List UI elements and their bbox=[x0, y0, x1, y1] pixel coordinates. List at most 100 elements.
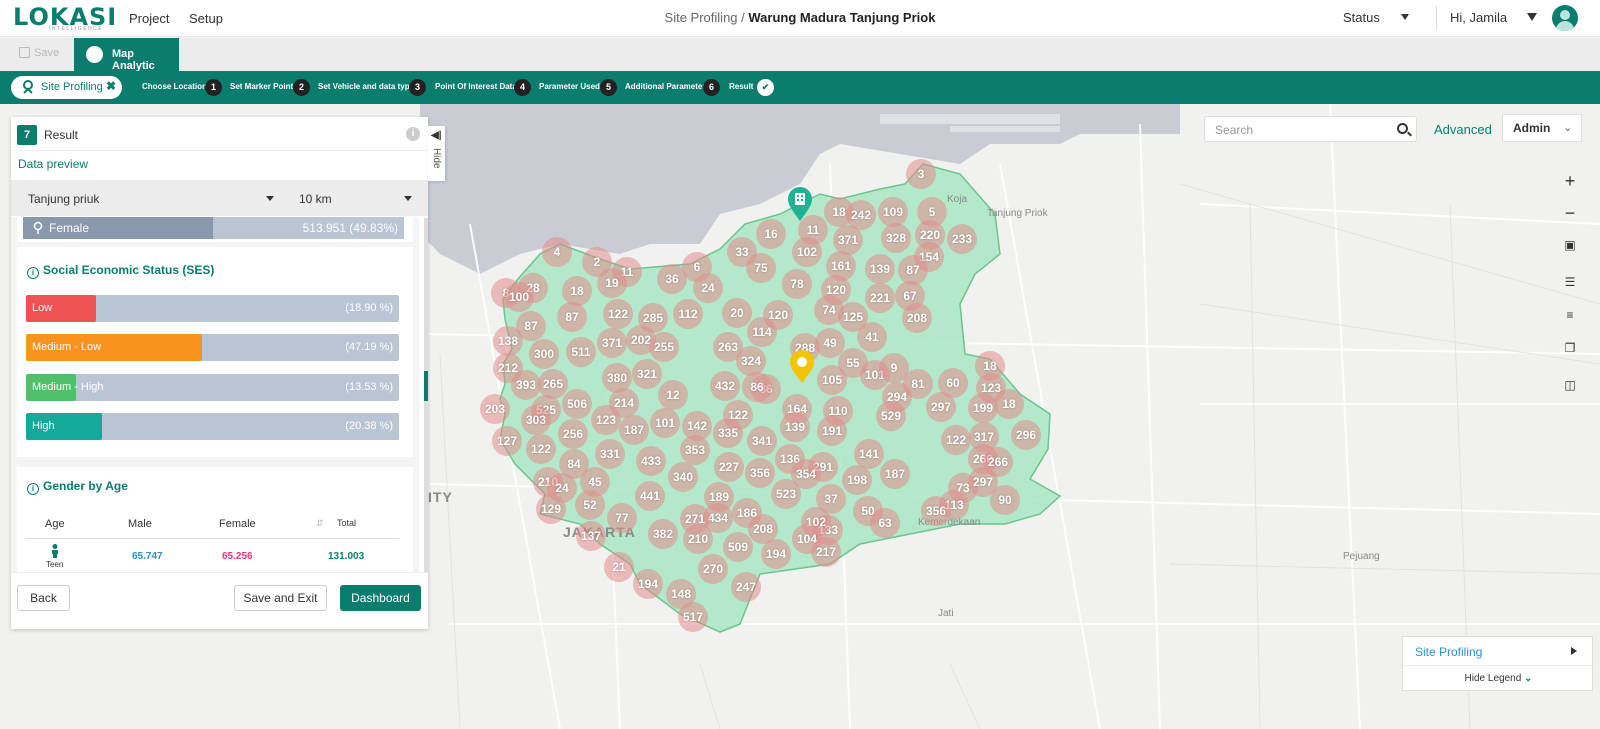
cluster-marker[interactable]: 529 bbox=[876, 401, 906, 431]
save-button[interactable]: Save bbox=[19, 47, 59, 59]
search-icon[interactable] bbox=[1397, 123, 1408, 134]
cluster-marker[interactable]: 199 bbox=[968, 393, 998, 423]
cluster-marker[interactable]: 19 bbox=[597, 268, 627, 298]
cluster-marker[interactable]: 21 bbox=[604, 552, 634, 582]
cluster-marker[interactable]: 303 bbox=[521, 405, 551, 435]
radius-select[interactable]: 10 km bbox=[299, 192, 332, 206]
cluster-marker[interactable]: 300 bbox=[529, 339, 559, 369]
cluster-marker[interactable]: 194 bbox=[761, 539, 791, 569]
scrollbar-thumb[interactable] bbox=[424, 371, 428, 401]
check-icon[interactable]: ✔ bbox=[757, 79, 774, 96]
cluster-marker[interactable]: 335 bbox=[713, 418, 743, 448]
cluster-marker[interactable]: 227 bbox=[714, 452, 744, 482]
step-number-1[interactable]: 1 bbox=[205, 79, 222, 96]
image-icon[interactable]: ◫ bbox=[1555, 373, 1585, 397]
cluster-marker[interactable]: 138 bbox=[493, 326, 523, 356]
cluster-marker[interactable]: 198 bbox=[842, 465, 872, 495]
search-input[interactable]: Search bbox=[1215, 123, 1253, 137]
step-label-5[interactable]: Parameter Used bbox=[539, 82, 600, 91]
step-number-2[interactable]: 2 bbox=[293, 79, 310, 96]
scroll-content[interactable]: Female 513.951 (49.83%) i Social Economic… bbox=[11, 217, 419, 572]
cluster-marker[interactable]: 122 bbox=[603, 299, 633, 329]
location-pin-icon[interactable] bbox=[789, 350, 815, 384]
step-number-5[interactable]: 5 bbox=[600, 79, 617, 96]
zoom-in-icon[interactable]: + bbox=[1555, 169, 1585, 193]
cluster-marker[interactable]: 382 bbox=[648, 519, 678, 549]
cluster-marker[interactable]: 221 bbox=[865, 283, 895, 313]
step-label-7[interactable]: Result bbox=[729, 82, 753, 91]
close-icon[interactable]: ✖ bbox=[106, 79, 116, 93]
breadcrumb[interactable]: Site Profiling bbox=[665, 10, 738, 25]
cluster-marker[interactable]: 87 bbox=[557, 302, 587, 332]
cluster-marker[interactable]: 270 bbox=[698, 554, 728, 584]
cluster-marker[interactable]: 12 bbox=[658, 380, 688, 410]
cluster-marker[interactable]: 4 bbox=[542, 237, 572, 267]
cluster-marker[interactable]: 137 bbox=[576, 521, 606, 551]
hide-legend-button[interactable]: Hide Legend ⌄ bbox=[1403, 665, 1594, 684]
cluster-marker[interactable]: 356 bbox=[745, 458, 775, 488]
step-label-2[interactable]: Set Marker Point bbox=[230, 82, 293, 91]
cluster-marker[interactable]: 187 bbox=[619, 415, 649, 445]
cluster-marker[interactable]: 139 bbox=[780, 412, 810, 442]
cluster-marker[interactable]: 324 bbox=[736, 346, 766, 376]
cluster-marker[interactable]: 356 bbox=[921, 496, 951, 526]
dashboard-button[interactable]: Dashboard bbox=[340, 585, 421, 611]
cluster-marker[interactable]: 3 bbox=[906, 159, 936, 189]
step-number-3[interactable]: 3 bbox=[409, 79, 426, 96]
cluster-marker[interactable]: 112 bbox=[673, 299, 703, 329]
map-search[interactable]: Search bbox=[1204, 116, 1417, 142]
cluster-marker[interactable]: 353 bbox=[680, 435, 710, 465]
cluster-marker[interactable]: 208 bbox=[902, 303, 932, 333]
cluster-marker[interactable]: 36 bbox=[657, 264, 687, 294]
cluster-marker[interactable]: 233 bbox=[947, 224, 977, 254]
cluster-marker[interactable]: 321 bbox=[632, 359, 662, 389]
cluster-marker[interactable]: 506 bbox=[562, 389, 592, 419]
location-select[interactable]: Tanjung priuk bbox=[28, 192, 99, 206]
cluster-marker[interactable]: 210 bbox=[683, 524, 713, 554]
cluster-marker[interactable]: 20 bbox=[722, 298, 752, 328]
chevron-right-icon[interactable] bbox=[1571, 647, 1577, 655]
cluster-marker[interactable]: 511 bbox=[566, 337, 596, 367]
cluster-marker[interactable]: 371 bbox=[597, 328, 627, 358]
location-chevron-icon[interactable] bbox=[266, 196, 274, 201]
step-label-3[interactable]: Set Vehicle and data type bbox=[318, 82, 414, 91]
cluster-marker[interactable]: 255 bbox=[649, 332, 679, 362]
site-profiling-chip[interactable]: Site Profiling ✖ bbox=[11, 76, 122, 99]
cluster-marker[interactable]: 129 bbox=[536, 494, 566, 524]
layers-icon[interactable]: ☰ bbox=[1555, 270, 1585, 294]
radius-chevron-icon[interactable] bbox=[404, 196, 412, 201]
step-number-4[interactable]: 4 bbox=[514, 79, 531, 96]
scrollbar[interactable] bbox=[424, 218, 428, 573]
cluster-marker[interactable]: 75 bbox=[746, 253, 776, 283]
cluster-marker[interactable]: 393 bbox=[511, 370, 541, 400]
admin-select[interactable]: Admin ⌄ bbox=[1502, 114, 1582, 142]
user-greeting[interactable]: Hi, Jamila bbox=[1450, 10, 1507, 25]
cluster-marker[interactable]: 127 bbox=[492, 426, 522, 456]
cluster-marker[interactable]: 114 bbox=[747, 317, 777, 347]
cluster-marker[interactable]: 139 bbox=[865, 254, 895, 284]
step-label-1[interactable]: Choose Location bbox=[142, 82, 207, 91]
cluster-marker[interactable]: 340 bbox=[668, 462, 698, 492]
hide-panel-tab[interactable]: ◀| Hide bbox=[428, 126, 445, 181]
cluster-marker[interactable]: 100 bbox=[504, 282, 534, 312]
zoom-out-icon[interactable]: − bbox=[1555, 201, 1585, 225]
cluster-marker[interactable]: 354 bbox=[791, 459, 821, 489]
chevron-down-icon[interactable] bbox=[1401, 14, 1409, 20]
cluster-marker[interactable]: 24 bbox=[693, 273, 723, 303]
legend-site-profiling[interactable]: Site Profiling bbox=[1415, 645, 1482, 659]
cluster-marker[interactable]: 256 bbox=[558, 419, 588, 449]
advanced-link[interactable]: Advanced bbox=[1434, 122, 1492, 137]
cluster-marker[interactable]: 86 bbox=[742, 372, 772, 402]
cluster-marker[interactable]: 441 bbox=[635, 481, 665, 511]
step-label-6[interactable]: Additional Parameter bbox=[625, 82, 705, 91]
cluster-marker[interactable]: 191 bbox=[817, 416, 847, 446]
cluster-marker[interactable]: 328 bbox=[881, 223, 911, 253]
cluster-marker[interactable]: 194 bbox=[633, 569, 663, 599]
status-dropdown[interactable]: Status bbox=[1343, 10, 1380, 25]
info-icon[interactable]: i bbox=[406, 127, 420, 141]
avatar[interactable] bbox=[1552, 5, 1578, 31]
building-marker-icon[interactable] bbox=[786, 186, 814, 222]
cluster-marker[interactable]: 517 bbox=[678, 602, 708, 632]
cluster-marker[interactable]: 247 bbox=[731, 572, 761, 602]
cluster-marker[interactable]: 509 bbox=[723, 532, 753, 562]
